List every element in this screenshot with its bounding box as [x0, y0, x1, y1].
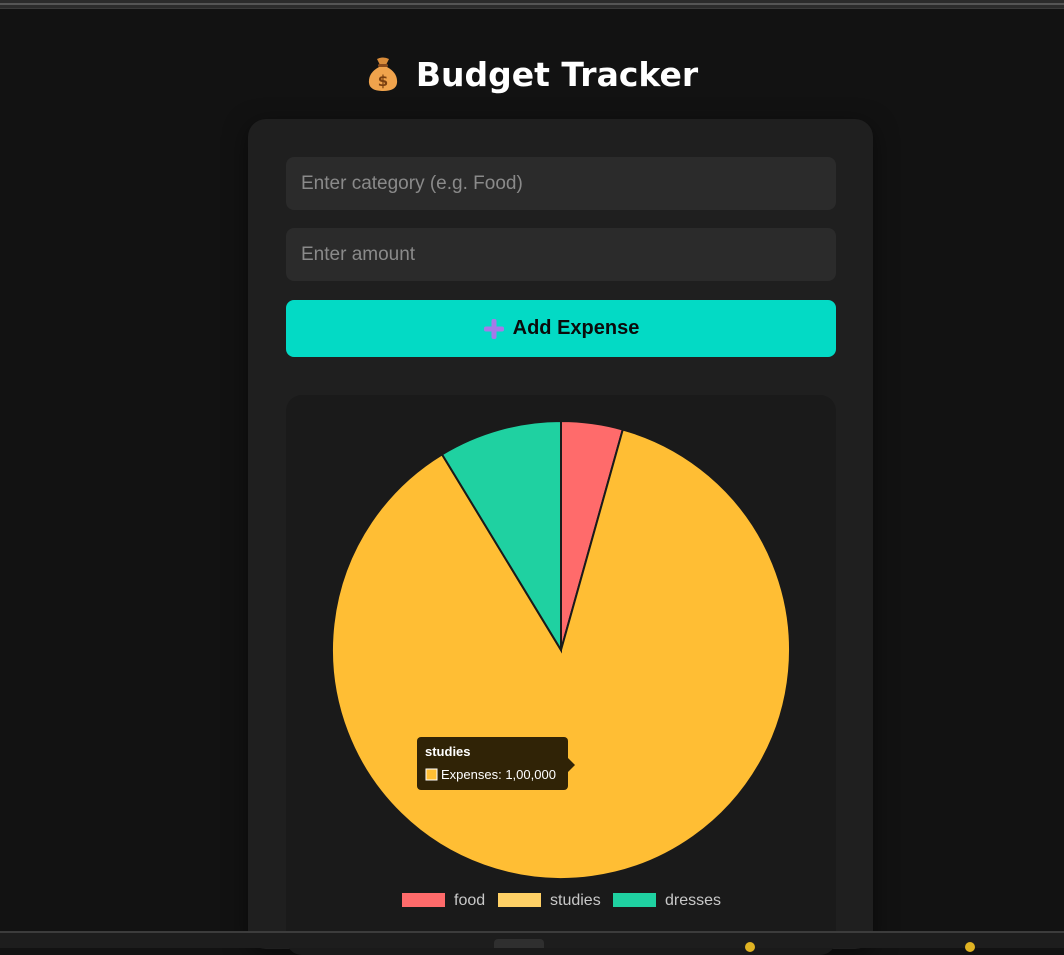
legend-swatch-dresses[interactable]	[613, 893, 656, 907]
tooltip-swatch	[425, 768, 438, 781]
expense-chart: studies Expenses: 1,00,000 food studies dres…	[286, 395, 836, 955]
page-header: $ Budget Tracker	[0, 50, 1064, 98]
category-input[interactable]	[286, 157, 836, 210]
window-bottom-edge	[0, 931, 1064, 952]
money-bag-icon: $	[368, 57, 397, 91]
tooltip-label: Expenses: 1,00,000	[441, 767, 556, 782]
legend-swatch-studies[interactable]	[498, 893, 541, 907]
taskbar-tab	[494, 939, 544, 948]
legend-label-dresses[interactable]: dresses	[665, 892, 721, 909]
window-top-edge	[0, 0, 1064, 9]
add-expense-label: Add Expense	[512, 317, 640, 339]
amount-input[interactable]	[286, 228, 836, 281]
taskbar-indicator	[745, 942, 755, 952]
legend-swatch-food[interactable]	[402, 893, 445, 907]
svg-text:$: $	[378, 72, 388, 90]
chart-tooltip: studies Expenses: 1,00,000	[417, 737, 575, 790]
plus-icon	[483, 318, 504, 339]
add-expense-button[interactable]: Add Expense	[286, 300, 836, 357]
pie-chart-svg: studies Expenses: 1,00,000 food studies dres…	[331, 419, 791, 909]
tooltip-title: studies	[425, 744, 471, 759]
legend-label-food[interactable]: food	[454, 892, 485, 909]
taskbar-indicator	[965, 942, 975, 952]
budget-card: Add Expense studies Expenses: 1,00,000 foo…	[248, 119, 873, 955]
page-title: Budget Tracker	[415, 54, 699, 94]
legend-label-studies[interactable]: studies	[550, 892, 601, 909]
